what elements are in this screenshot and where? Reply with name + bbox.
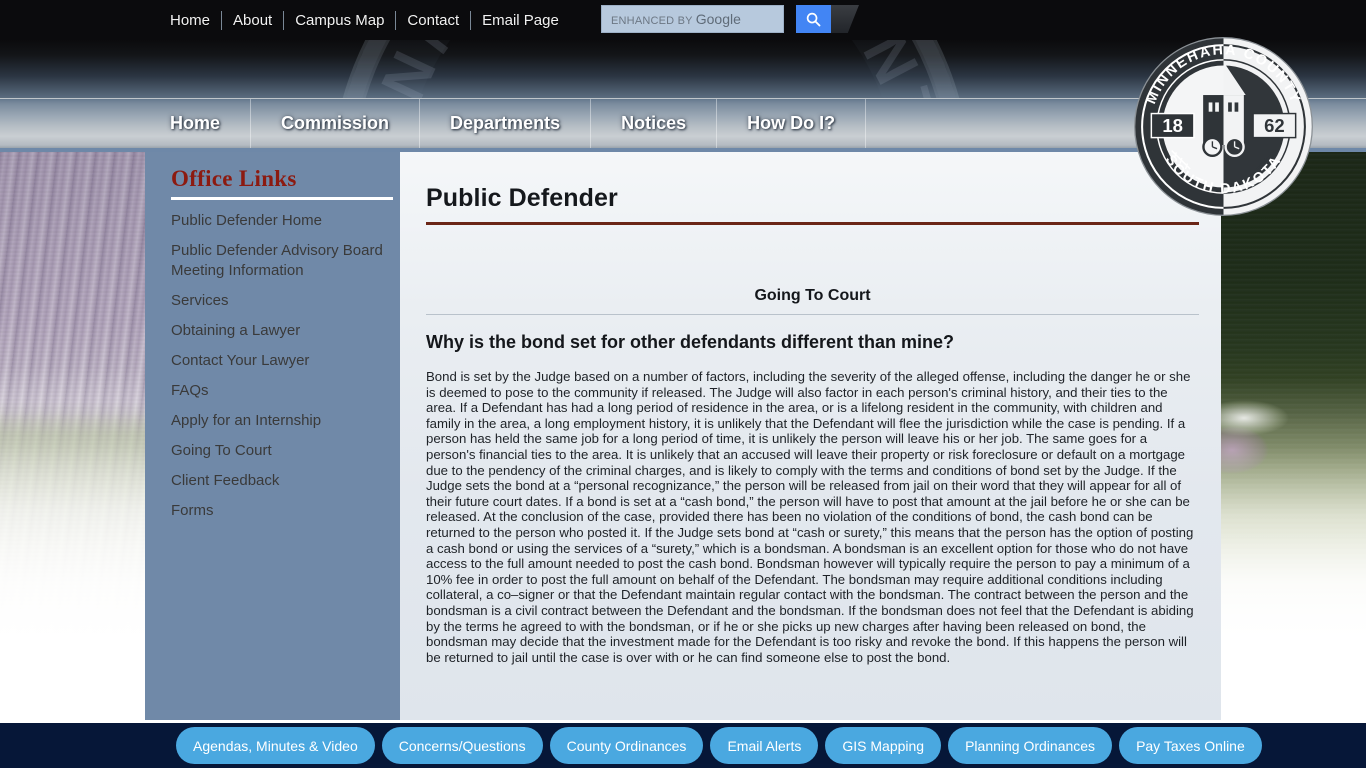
- search-placeholder-prefix: ENHANCED BY: [611, 15, 693, 27]
- falls-cliff-photo: [0, 150, 160, 720]
- sidebar-item-contact-your-lawyer[interactable]: Contact Your Lawyer: [171, 351, 386, 371]
- sidebar-item-forms[interactable]: Forms: [171, 501, 386, 521]
- footer-button-agendas-minutes-video[interactable]: Agendas, Minutes & Video: [176, 727, 375, 764]
- left-decorative-photo: [0, 150, 160, 720]
- faq-answer-body: Bond is set by the Judge based on a numb…: [426, 369, 1194, 665]
- office-links-sidebar: Office Links Public Defender Home Public…: [145, 150, 400, 720]
- footer-quicklinks: Agendas, Minutes & Video Concerns/Questi…: [0, 723, 1366, 768]
- county-seal-logo[interactable]: 18 62 MINNEHAHA COUNTY SOUTH DAKOTA: [1131, 34, 1316, 219]
- search-submit-button[interactable]: [796, 5, 831, 33]
- main-content: Public Defender Going To Court Why is th…: [400, 150, 1221, 720]
- page-title-rule: [426, 222, 1199, 225]
- footer-button-concerns-questions[interactable]: Concerns/Questions: [381, 727, 543, 764]
- search-input[interactable]: ENHANCED BY Google: [601, 5, 784, 33]
- seal-year-left: 18: [1162, 115, 1183, 136]
- sidebar-item-apply-for-an-internship[interactable]: Apply for an Internship: [171, 411, 386, 431]
- nav-item-departments[interactable]: Departments: [420, 98, 592, 149]
- sidebar-item-obtaining-a-lawyer[interactable]: Obtaining a Lawyer: [171, 321, 386, 341]
- sidebar-title: Office Links: [171, 166, 297, 191]
- toplink-home[interactable]: Home: [170, 12, 221, 29]
- google-wordmark: Google: [695, 11, 741, 27]
- sidebar-item-going-to-court[interactable]: Going To Court: [171, 441, 386, 461]
- watermark-arc-label: MINNEHAHA COUNTY: [350, 40, 950, 98]
- footer-button-gis-mapping[interactable]: GIS Mapping: [825, 727, 942, 764]
- nav-item-home[interactable]: Home: [140, 98, 252, 149]
- sidebar-item-client-feedback[interactable]: Client Feedback: [171, 471, 386, 491]
- nav-item-how-do-i[interactable]: How Do I?: [717, 98, 867, 149]
- page-title: Public Defender: [426, 184, 618, 212]
- svg-text:MINNEHAHA COUNTY: MINNEHAHA COUNTY: [350, 40, 958, 98]
- page-root: MINNEHAHA COUNTY Home About Campus Map C…: [0, 0, 1366, 768]
- section-rule: [426, 314, 1199, 315]
- right-decorative-photo: [1210, 150, 1366, 720]
- toplink-campus-map[interactable]: Campus Map: [284, 12, 395, 29]
- sidebar-title-rule: [171, 197, 393, 200]
- nav-item-commission[interactable]: Commission: [251, 98, 421, 149]
- faq-question: Why is the bond set for other defendants…: [426, 332, 955, 352]
- seal-watermark: MINNEHAHA COUNTY: [331, 40, 971, 98]
- footer-button-pay-taxes-online[interactable]: Pay Taxes Online: [1119, 727, 1262, 764]
- sidebar-item-faqs[interactable]: FAQs: [171, 381, 386, 401]
- river-photo: [1210, 150, 1366, 720]
- nav-item-notices[interactable]: Notices: [591, 98, 718, 149]
- content-wrapper: Office Links Public Defender Home Public…: [145, 150, 1221, 720]
- sidebar-item-services[interactable]: Services: [171, 291, 386, 311]
- toplink-about[interactable]: About: [222, 12, 283, 29]
- google-search: ENHANCED BY Google: [601, 5, 859, 33]
- footer-button-county-ordinances[interactable]: County Ordinances: [549, 727, 704, 764]
- search-placeholder: ENHANCED BY Google: [611, 11, 741, 27]
- footer-button-planning-ordinances[interactable]: Planning Ordinances: [948, 727, 1113, 764]
- seal-year-right: 62: [1264, 115, 1285, 136]
- sidebar-item-public-defender-home[interactable]: Public Defender Home: [171, 211, 386, 231]
- search-icon: [806, 12, 821, 26]
- utility-links: Home About Campus Map Contact Email Page: [170, 0, 570, 40]
- watermark-text: MINNEHAHA COUNTY: [334, 40, 974, 98]
- sidebar-item-advisory-board[interactable]: Public Defender Advisory Board Meeting I…: [171, 241, 386, 281]
- toplink-email-page[interactable]: Email Page: [471, 12, 570, 29]
- toplink-contact[interactable]: Contact: [396, 12, 470, 29]
- section-heading: Going To Court: [754, 287, 871, 304]
- footer-button-email-alerts[interactable]: Email Alerts: [710, 727, 819, 764]
